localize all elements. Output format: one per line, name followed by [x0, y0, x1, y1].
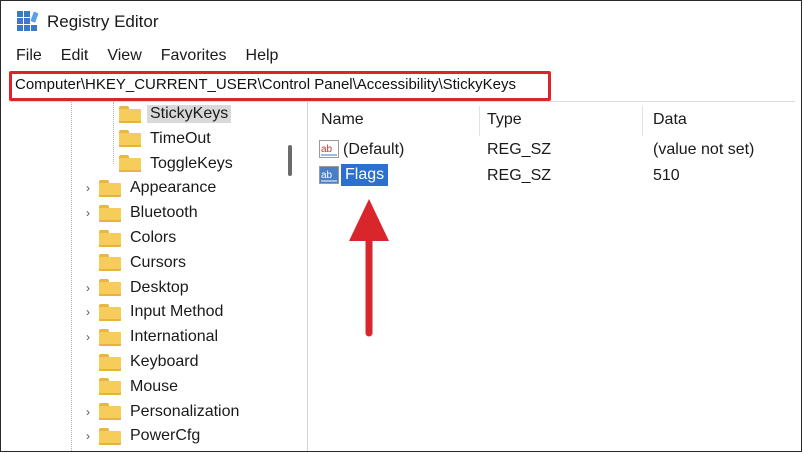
- tree-item[interactable]: › Personalization: [83, 401, 242, 423]
- value-row[interactable]: ab (Default) REG_SZ (value not set): [308, 137, 801, 161]
- svg-text:ab: ab: [321, 170, 333, 181]
- menu-view[interactable]: View: [107, 47, 141, 67]
- chevron-right-icon[interactable]: ›: [83, 405, 93, 419]
- chevron-right-icon[interactable]: ›: [83, 429, 93, 443]
- column-separator[interactable]: [479, 106, 480, 136]
- tree-item[interactable]: › International: [83, 326, 221, 348]
- menu-favorites[interactable]: Favorites: [161, 47, 227, 67]
- value-data: (value not set): [653, 141, 755, 158]
- address-bar[interactable]: Computer\HKEY_CURRENT_USER\Control Panel…: [9, 71, 795, 102]
- chevron-right-icon[interactable]: ›: [83, 281, 93, 295]
- tree-item[interactable]: ›StickyKeys: [103, 103, 232, 125]
- string-value-icon: ab: [319, 140, 339, 158]
- tree-item-label: Desktop: [130, 278, 189, 296]
- value-type: REG_SZ: [487, 141, 552, 158]
- tree-guide-line: [71, 102, 72, 451]
- string-value-icon: ab: [319, 166, 339, 184]
- folder-icon: [119, 105, 141, 123]
- tree-item[interactable]: ›ToggleKeys: [103, 153, 236, 175]
- folder-icon: [99, 403, 121, 421]
- tree-item-label: PowerCfg: [130, 427, 201, 445]
- column-header-data[interactable]: Data: [653, 111, 687, 129]
- folder-icon: [99, 179, 121, 197]
- value-name[interactable]: (Default): [343, 141, 404, 159]
- tree-item[interactable]: › Bluetooth: [83, 202, 201, 224]
- folder-icon: [99, 279, 121, 297]
- address-path[interactable]: Computer\HKEY_CURRENT_USER\Control Panel…: [15, 76, 516, 93]
- folder-icon: [99, 378, 121, 396]
- tree-item-label: Cursors: [130, 253, 187, 271]
- tree-item-label: Personalization: [130, 402, 240, 420]
- title-bar: Registry Editor: [1, 1, 801, 43]
- value-row[interactable]: ab Flags REG_SZ 510: [308, 163, 801, 187]
- tree-item[interactable]: ›Mouse: [83, 376, 181, 398]
- chevron-right-icon[interactable]: ›: [83, 181, 93, 195]
- tree-pane[interactable]: ›StickyKeys›TimeOut›ToggleKeys›Appearanc…: [1, 102, 308, 451]
- tree-item[interactable]: › Desktop: [83, 277, 192, 299]
- tree-scrollbar-thumb[interactable]: [288, 145, 292, 176]
- folder-icon: [119, 130, 141, 148]
- tree-item-label: Mouse: [130, 377, 179, 395]
- tree-item-label: StickyKeys: [147, 105, 232, 123]
- tree-item-label: ToggleKeys: [150, 154, 233, 172]
- tree-item[interactable]: › Input Method: [83, 301, 226, 323]
- chevron-right-icon[interactable]: ›: [83, 305, 93, 319]
- folder-icon: [99, 204, 121, 222]
- menu-bar: File Edit View Favorites Help: [16, 47, 297, 67]
- up-arrow-icon: [349, 199, 389, 337]
- menu-edit[interactable]: Edit: [61, 47, 89, 67]
- menu-file[interactable]: File: [16, 47, 42, 67]
- svg-text:ab: ab: [321, 144, 333, 155]
- tree-item-label: Bluetooth: [130, 204, 198, 222]
- tree-item[interactable]: ›TimeOut: [103, 128, 214, 150]
- folder-icon: [99, 303, 121, 321]
- tree-item[interactable]: › PowerCfg: [83, 425, 203, 447]
- tree-item[interactable]: ›Colors: [83, 227, 179, 249]
- menu-help[interactable]: Help: [246, 47, 279, 67]
- column-header-type[interactable]: Type: [487, 111, 522, 129]
- folder-icon: [119, 155, 141, 173]
- folder-icon: [99, 328, 121, 346]
- tree-item[interactable]: ›Keyboard: [83, 351, 202, 373]
- tree-item-label: Keyboard: [130, 353, 199, 370]
- tree-item[interactable]: ›Cursors: [83, 252, 189, 274]
- chevron-right-icon[interactable]: ›: [83, 206, 93, 220]
- window-title: Registry Editor: [47, 12, 159, 31]
- tree-item-label: TimeOut: [150, 129, 211, 147]
- chevron-right-icon[interactable]: ›: [83, 330, 93, 344]
- tree-item-label: Colors: [130, 229, 177, 246]
- value-data: 510: [653, 167, 680, 184]
- registry-editor-window: Registry Editor File Edit View Favorites…: [0, 0, 802, 452]
- tree-item-label: International: [130, 328, 219, 346]
- folder-icon: [99, 254, 121, 272]
- value-type: REG_SZ: [487, 167, 552, 184]
- tree-item-label: Appearance: [130, 179, 217, 197]
- folder-icon: [99, 353, 121, 371]
- column-header-name[interactable]: Name: [321, 111, 364, 129]
- folder-icon: [99, 229, 121, 247]
- tree-item[interactable]: › Appearance: [83, 177, 219, 199]
- value-name[interactable]: Flags: [341, 164, 389, 186]
- column-separator[interactable]: [642, 106, 643, 136]
- folder-icon: [99, 427, 121, 445]
- registry-editor-icon: [17, 11, 38, 31]
- tree-item-label: Input Method: [130, 303, 224, 321]
